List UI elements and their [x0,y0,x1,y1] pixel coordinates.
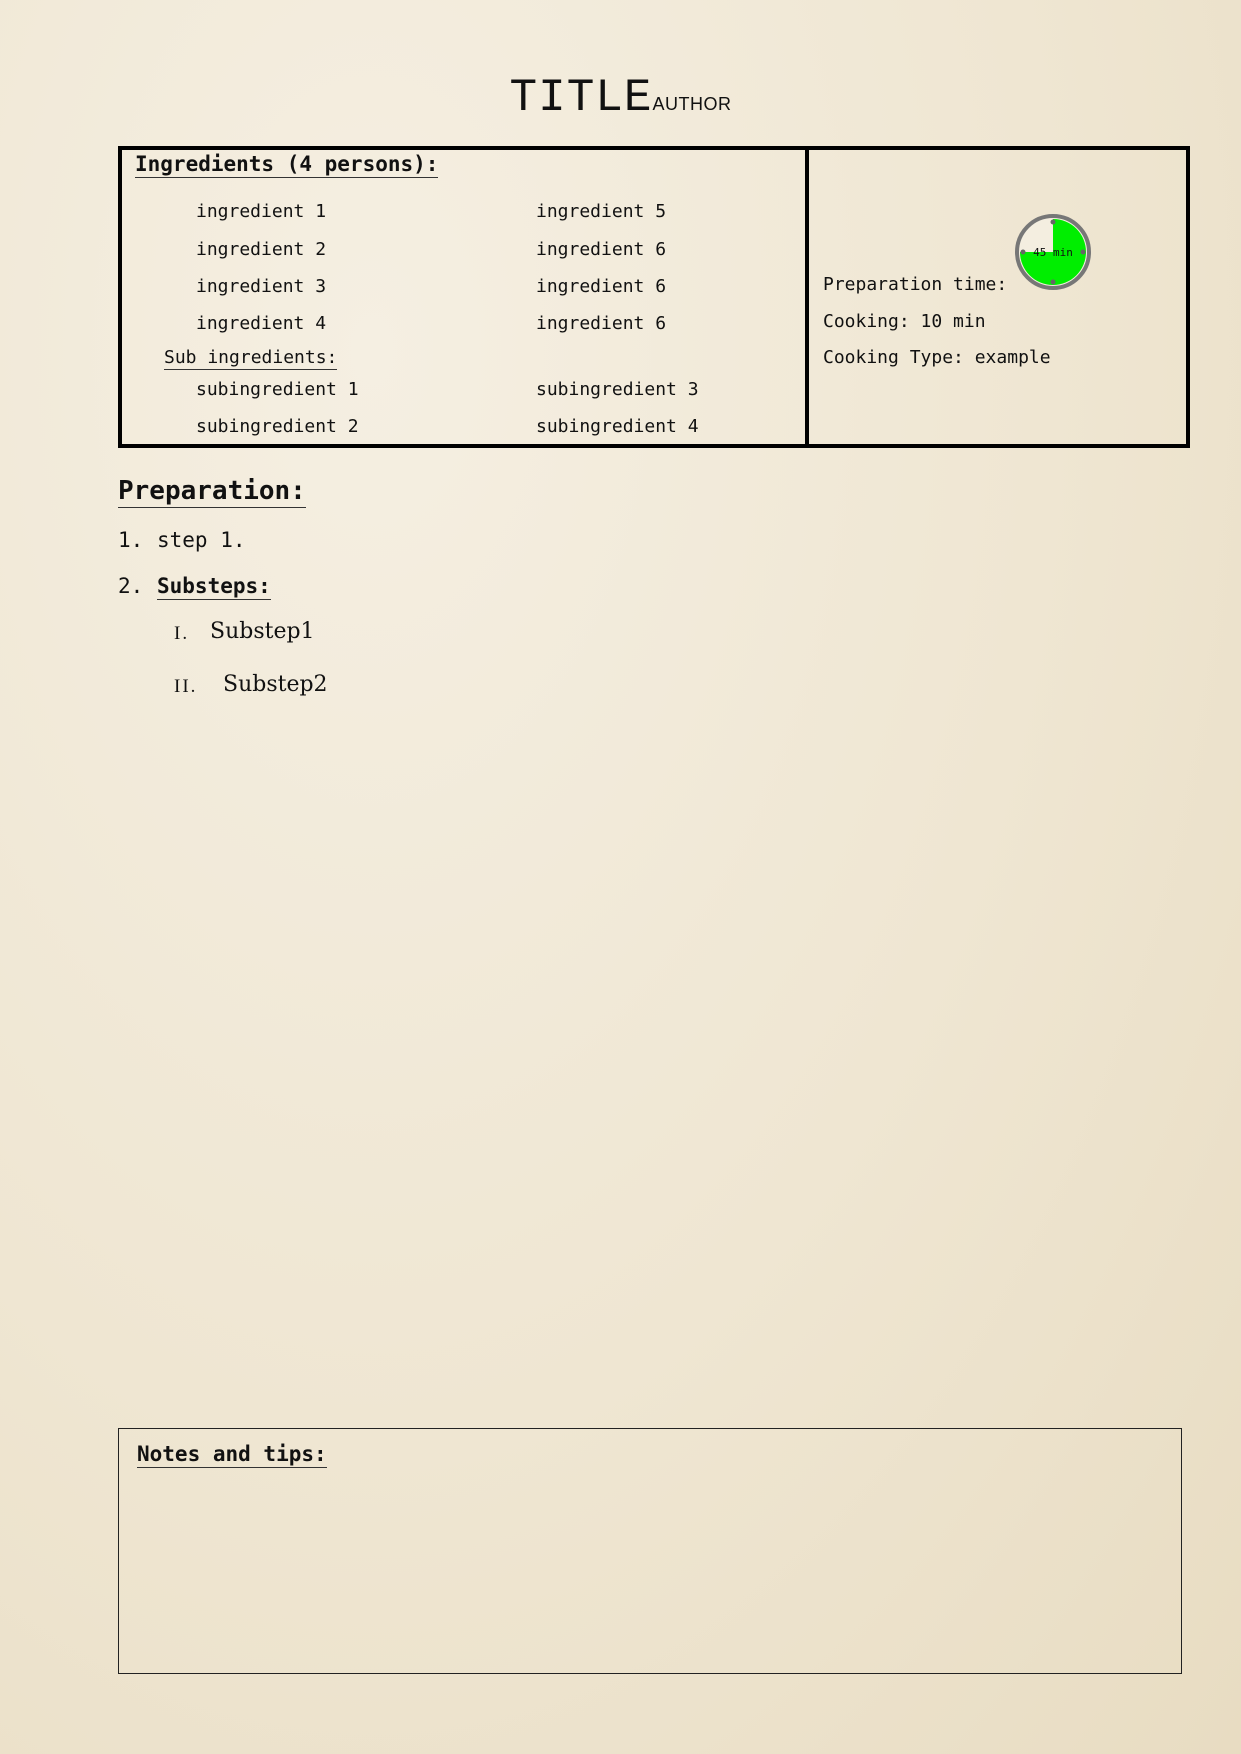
timer-tick [1050,279,1056,285]
ingredient-item: ingredient 6 [536,313,667,334]
sub-ingredients-heading: Sub ingredients: [164,347,338,370]
cooking-type: Cooking Type: example [823,347,1051,368]
step-number: 1. [118,528,144,552]
ingredients-heading-text: Ingredients (4 persons): [135,152,439,178]
ingredients-heading: Ingredients (4 persons): [135,152,439,178]
box-divider [805,146,809,448]
ingredient-item: ingredient 3 [196,276,327,297]
subingredient-item: subingredient 3 [536,379,699,400]
substep-text: Substep2 [223,672,328,697]
substep-text: Substep1 [210,619,315,644]
timer-tick [1020,249,1026,255]
ingredient-item: ingredient 1 [196,201,327,222]
ingredient-item: ingredient 6 [536,276,667,297]
title-block: TITLEAUTHOR [0,72,1241,124]
timer-tick [1080,249,1086,255]
recipe-title: TITLE [509,72,653,124]
subingredient-item: subingredient 1 [196,379,359,400]
ingredient-item: ingredient 6 [536,239,667,260]
ingredient-item: ingredient 5 [536,201,667,222]
ingredient-item: ingredient 2 [196,239,327,260]
timer-label: 45 min [1033,246,1073,259]
ingredients-info-box [118,146,1190,448]
substep-number: II. [174,676,198,697]
subingredient-item: subingredient 2 [196,416,359,437]
subingredient-item: subingredient 4 [536,416,699,437]
notes-heading-text: Notes and tips: [137,1442,327,1468]
recipe-author: AUTHOR [652,94,732,114]
preparation-heading-text: Preparation: [118,476,306,508]
timer-tick [1050,219,1056,225]
substep-number: I. [174,623,190,644]
substeps-heading-text: Substeps: [157,574,271,600]
ingredient-item: ingredient 4 [196,313,327,334]
substeps-heading: Substeps: [157,574,271,600]
notes-heading: Notes and tips: [137,1442,327,1468]
timer-clock-icon: 45 min [1015,214,1091,290]
step-text: step 1. [157,528,246,552]
sub-ingredients-heading-text: Sub ingredients: [164,347,338,370]
preparation-time-label: Preparation time: [823,274,1008,295]
cooking-time: Cooking: 10 min [823,311,986,332]
step-number: 2. [118,574,144,598]
preparation-heading: Preparation: [118,476,306,508]
